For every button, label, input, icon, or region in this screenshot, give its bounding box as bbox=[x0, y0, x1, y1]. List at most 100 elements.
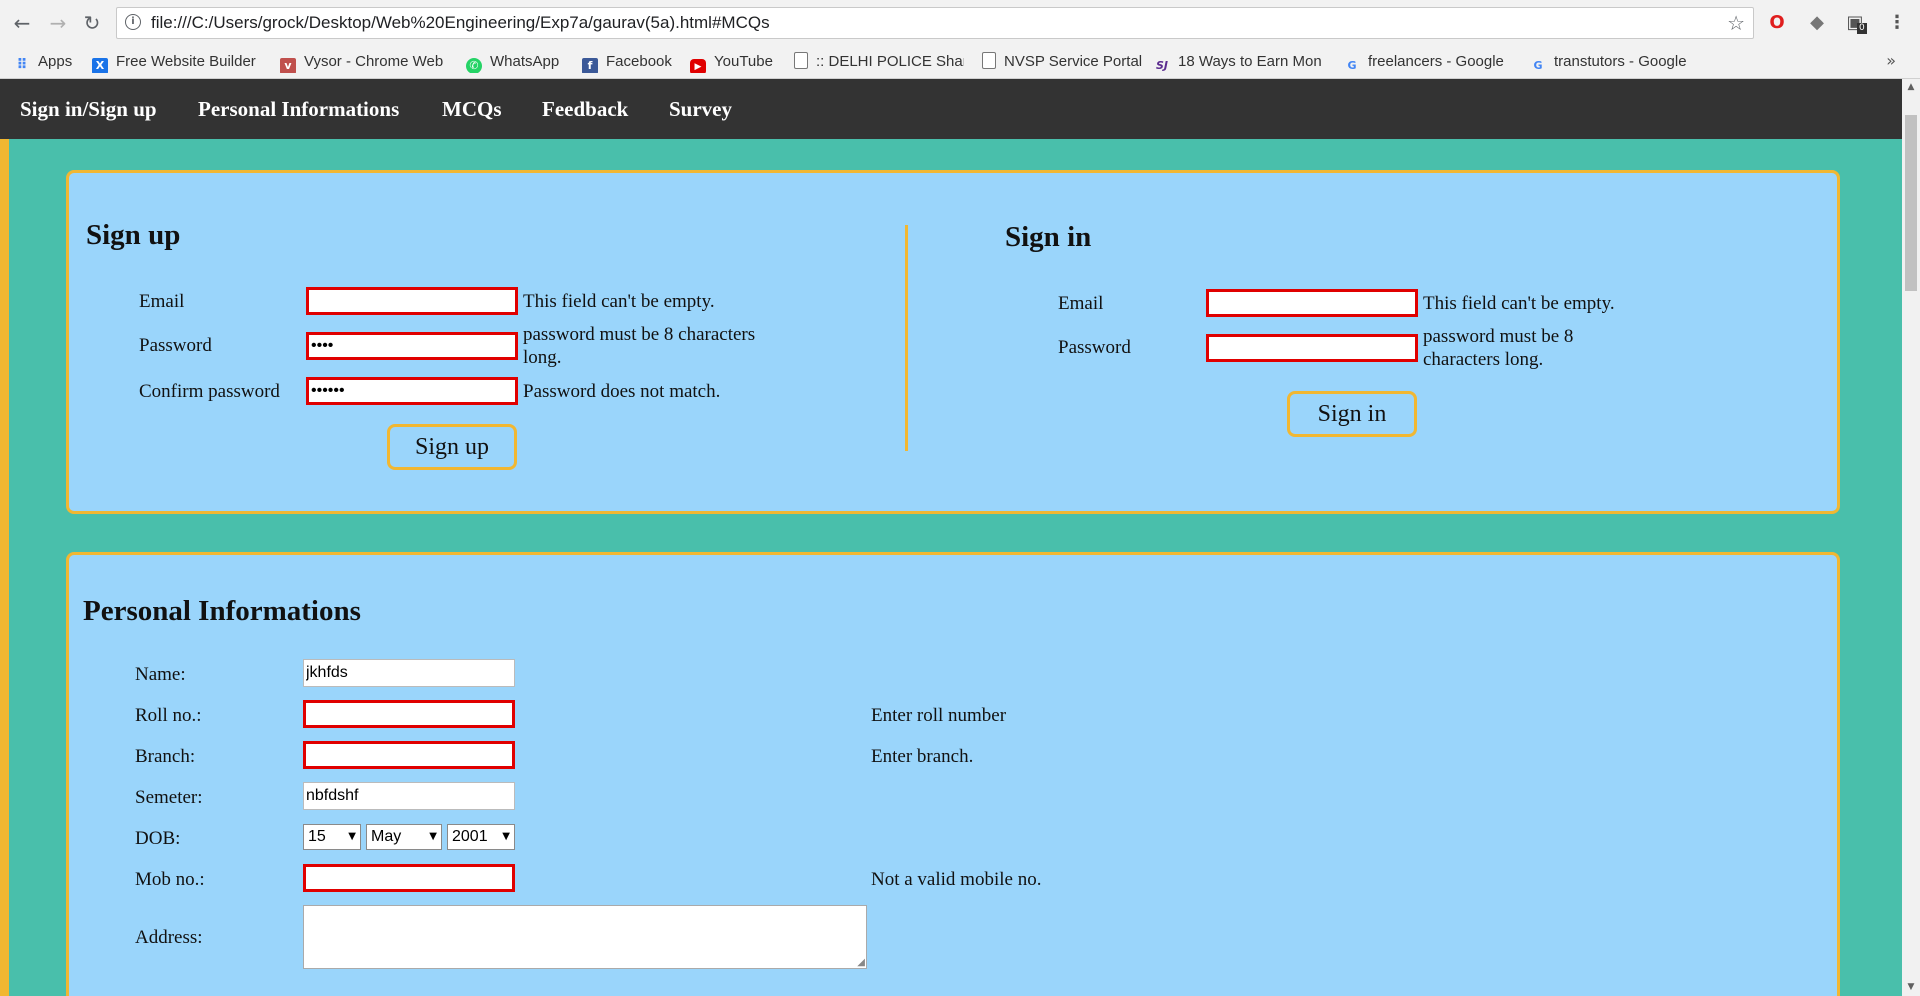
extension-badge-icon[interactable]: ▣ 0 bbox=[1843, 11, 1867, 35]
signup-confirm-label: Confirm password bbox=[139, 381, 280, 402]
back-arrow-icon[interactable]: ← bbox=[10, 11, 34, 35]
bookmark-label: NVSP Service Portal bbox=[1004, 53, 1142, 70]
bookmark-delhi-police[interactable]: :: DELHI POLICE Shan bbox=[794, 51, 964, 73]
dob-day-value: 15 bbox=[308, 828, 326, 845]
info-icon[interactable]: i bbox=[125, 14, 141, 30]
page-viewport: Sign in/Sign up Personal Informations MC… bbox=[0, 79, 1902, 996]
signup-password-label: Password bbox=[139, 335, 212, 356]
nav-mcqs[interactable]: MCQs bbox=[442, 79, 502, 139]
scroll-up-icon[interactable]: ▲ bbox=[1902, 79, 1920, 96]
semester-input[interactable] bbox=[303, 782, 515, 810]
mobile-input[interactable] bbox=[303, 864, 515, 892]
bookmark-free-website-builder[interactable]: X Free Website Builder bbox=[92, 51, 260, 73]
dob-year-value: 2001 bbox=[452, 828, 488, 845]
bookmark-star-icon[interactable]: ☆ bbox=[1727, 11, 1745, 35]
signin-password-label: Password bbox=[1058, 337, 1131, 358]
address-textarea[interactable]: ◢ bbox=[303, 905, 867, 969]
chevron-down-icon: ▼ bbox=[502, 831, 510, 842]
personal-info-title: Personal Informations bbox=[83, 595, 361, 627]
signin-title: Sign in bbox=[1005, 221, 1092, 253]
bookmark-vysor[interactable]: v Vysor - Chrome Web bbox=[280, 51, 448, 73]
name-input[interactable] bbox=[303, 659, 515, 687]
chevron-down-icon: ▼ bbox=[429, 831, 437, 842]
dob-year-select[interactable]: 2001 ▼ bbox=[447, 824, 515, 850]
reload-icon[interactable]: ↻ bbox=[80, 11, 104, 35]
signup-password-error: password must be 8 characters long. bbox=[523, 324, 756, 368]
extension-badge-count: 0 bbox=[1857, 23, 1867, 34]
bookmark-18-ways[interactable]: SJ 18 Ways to Earn Mon bbox=[1154, 51, 1326, 73]
signup-email-input[interactable] bbox=[306, 287, 518, 315]
signin-email-error: This field can't be empty. bbox=[1423, 293, 1615, 314]
bookmark-label: WhatsApp bbox=[490, 53, 560, 70]
apps-grid-icon: ⠿ bbox=[16, 57, 28, 73]
signin-button[interactable]: Sign in bbox=[1287, 391, 1417, 437]
google-icon: G bbox=[1347, 59, 1357, 72]
branch-input[interactable] bbox=[303, 741, 515, 769]
bookmark-label: YouTube bbox=[714, 53, 773, 70]
nav-personal-informations[interactable]: Personal Informations bbox=[198, 79, 399, 139]
bookmark-label: :: DELHI POLICE Shan bbox=[816, 53, 964, 70]
signup-confirm-error: Password does not match. bbox=[523, 381, 721, 402]
signin-password-error: password must be 8 characters long. bbox=[1423, 326, 1574, 370]
extension-shield-icon[interactable]: ◆ bbox=[1805, 11, 1829, 35]
dob-month-value: May bbox=[371, 828, 402, 845]
bookmark-label: Vysor - Chrome Web bbox=[304, 53, 444, 70]
bookmark-nvsp[interactable]: NVSP Service Portal bbox=[982, 51, 1142, 73]
signup-title: Sign up bbox=[86, 219, 181, 251]
personal-info-panel: Personal Informations Name: Roll no.: En… bbox=[66, 552, 1840, 996]
wix-icon: X bbox=[92, 58, 108, 73]
bookmark-youtube[interactable]: ▶ YouTube bbox=[690, 51, 790, 73]
forward-arrow-icon[interactable]: → bbox=[46, 11, 70, 35]
page-icon bbox=[794, 52, 808, 69]
roll-input[interactable] bbox=[303, 700, 515, 728]
nav-survey[interactable]: Survey bbox=[669, 79, 732, 139]
bookmark-label: Apps bbox=[38, 53, 73, 70]
resize-grip-icon[interactable]: ◢ bbox=[857, 958, 865, 968]
auth-panel: Sign up Email This field can't be empty.… bbox=[66, 170, 1840, 514]
bookmark-apps[interactable]: ⠿ Apps bbox=[14, 51, 80, 73]
scroll-down-icon[interactable]: ▼ bbox=[1902, 979, 1920, 996]
bookmark-whatsapp[interactable]: ✆ WhatsApp bbox=[466, 51, 576, 73]
bookmark-freelancers[interactable]: Gfreelancers - Google bbox=[1344, 51, 1512, 73]
browser-toolbar: ← → ↻ i file:///C:/Users/grock/Desktop/W… bbox=[0, 0, 1920, 47]
nav-feedback[interactable]: Feedback bbox=[542, 79, 628, 139]
scroll-thumb[interactable] bbox=[1905, 115, 1917, 291]
roll-label: Roll no.: bbox=[135, 705, 202, 726]
bookmark-label: 18 Ways to Earn Mon bbox=[1178, 53, 1322, 70]
roll-error: Enter roll number bbox=[871, 705, 1007, 726]
facebook-icon: f bbox=[582, 58, 598, 73]
signin-password-input[interactable] bbox=[1206, 334, 1418, 362]
bookmark-label: Free Website Builder bbox=[116, 53, 256, 70]
mobile-error: Not a valid mobile no. bbox=[871, 869, 1042, 890]
youtube-icon: ▶ bbox=[690, 59, 706, 73]
top-navigation: Sign in/Sign up Personal Informations MC… bbox=[0, 79, 1902, 139]
signup-button[interactable]: Sign up bbox=[387, 424, 517, 470]
bookmarks-overflow-icon[interactable]: » bbox=[1886, 51, 1896, 70]
signin-email-label: Email bbox=[1058, 293, 1104, 314]
nav-signin-signup[interactable]: Sign in/Sign up bbox=[20, 79, 157, 139]
branch-label: Branch: bbox=[135, 746, 196, 767]
signin-email-input[interactable] bbox=[1206, 289, 1418, 317]
address-bar[interactable]: i file:///C:/Users/grock/Desktop/Web%20E… bbox=[116, 7, 1754, 39]
vysor-icon: v bbox=[280, 58, 296, 73]
signup-confirm-input[interactable] bbox=[306, 377, 518, 405]
dob-day-select[interactable]: 15 ▼ bbox=[303, 824, 361, 850]
url-text[interactable]: file:///C:/Users/grock/Desktop/Web%20Eng… bbox=[151, 8, 770, 38]
page-icon bbox=[982, 52, 996, 69]
opera-icon[interactable]: O bbox=[1765, 11, 1789, 35]
dob-label: DOB: bbox=[135, 828, 181, 849]
dob-month-select[interactable]: May ▼ bbox=[366, 824, 442, 850]
page-scrollbar[interactable]: ▲ ▼ bbox=[1902, 79, 1920, 996]
bookmark-facebook[interactable]: f Facebook bbox=[582, 51, 682, 73]
mobile-label: Mob no.: bbox=[135, 869, 205, 890]
dob-group: 15 ▼ May ▼ 2001 ▼ bbox=[303, 824, 515, 850]
bookmark-label: transtutors - Google bbox=[1554, 53, 1687, 70]
google-icon: G bbox=[1533, 59, 1543, 72]
signup-password-input[interactable] bbox=[306, 332, 518, 360]
bookmark-label: Facebook bbox=[606, 53, 672, 70]
browser-menu-icon[interactable]: ⋮ bbox=[1885, 11, 1909, 35]
name-label: Name: bbox=[135, 664, 186, 685]
bookmark-transtutors[interactable]: Gtranstutors - Google bbox=[1530, 51, 1698, 73]
signup-email-error: This field can't be empty. bbox=[523, 291, 715, 312]
branch-error: Enter branch. bbox=[871, 746, 974, 767]
